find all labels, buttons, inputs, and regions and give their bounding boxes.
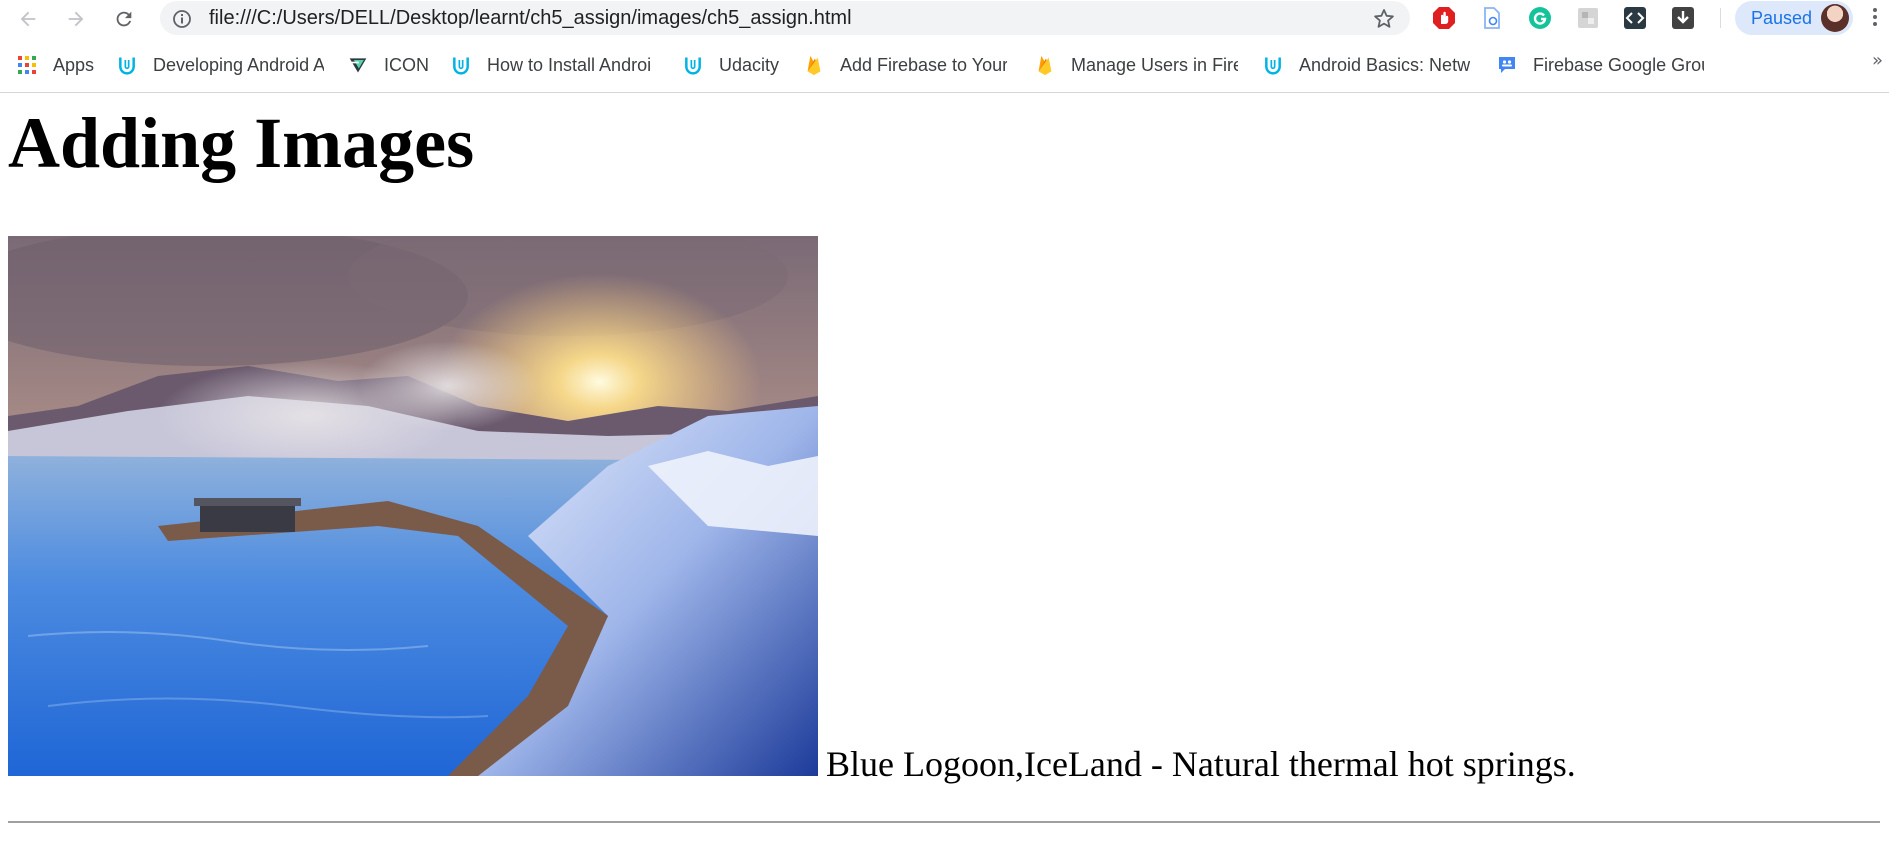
bookmark-star-icon[interactable] — [1372, 7, 1396, 31]
document-icon[interactable] — [1480, 6, 1504, 30]
bookmark-android-basics[interactable]: Android Basics: Netw — [1263, 53, 1472, 77]
bookmark-label: Add Firebase to Your — [840, 54, 1007, 75]
bookmarks-overflow-button[interactable]: » — [1872, 50, 1883, 71]
info-icon[interactable] — [172, 9, 192, 29]
icon-v-logo — [348, 55, 368, 75]
bookmark-apps[interactable]: Apps — [17, 53, 94, 77]
forward-button[interactable] — [63, 6, 89, 32]
firebase-icon — [804, 55, 824, 76]
bookmarks-bar: Apps Developing Android A ICON How to In… — [0, 45, 1889, 85]
udacity-icon — [451, 55, 471, 75]
blue-lagoon-image — [8, 236, 818, 776]
apps-grid-icon — [17, 55, 37, 75]
bookmark-label: Apps — [53, 54, 95, 75]
bookmark-icon[interactable]: ICON — [348, 53, 429, 77]
horizontal-rule — [8, 821, 1880, 823]
back-arrow-icon — [20, 11, 36, 27]
profile-button[interactable]: Paused — [1735, 1, 1853, 35]
browser-menu-icon[interactable] — [1872, 8, 1878, 30]
profile-status-label: Paused — [1751, 8, 1813, 28]
code-icon[interactable] — [1623, 6, 1647, 30]
firebase-icon — [1035, 55, 1055, 76]
udacity-icon — [1263, 55, 1283, 75]
bookmark-label: ICON — [384, 54, 429, 75]
download-icon[interactable] — [1671, 6, 1695, 30]
bookmark-label: Manage Users in Fireb — [1071, 54, 1238, 75]
browser-toolbar: file:///C:/Users/DELL/Desktop/learnt/ch5… — [0, 0, 1889, 37]
forward-arrow-icon — [68, 11, 84, 27]
adblock-icon[interactable] — [1432, 6, 1456, 30]
back-button[interactable] — [15, 6, 41, 32]
bookmark-label: Udacity — [719, 54, 780, 75]
reload-icon — [116, 11, 132, 27]
bookmark-label: Firebase Google Grou — [1533, 54, 1704, 75]
bookmark-install-android[interactable]: How to Install Androi — [451, 53, 661, 77]
reload-button[interactable] — [111, 6, 137, 32]
bookmark-label: How to Install Androi — [487, 54, 652, 75]
page-title: Adding Images — [8, 103, 475, 183]
bookmark-manage-users[interactable]: Manage Users in Fireb — [1035, 53, 1238, 77]
extension-gray-icon[interactable] — [1576, 6, 1600, 30]
url-text[interactable]: file:///C:/Users/DELL/Desktop/learnt/ch5… — [209, 7, 852, 30]
page-content: Adding Images Blue Logoon,IceLand - Natu… — [0, 93, 1889, 860]
bookmark-udacity[interactable]: Udacity — [683, 53, 779, 77]
bookmark-label: Developing Android A — [153, 54, 324, 75]
bookmark-add-firebase[interactable]: Add Firebase to Your — [804, 53, 1007, 77]
bookmark-developing-android[interactable]: Developing Android A — [117, 53, 324, 77]
bookmark-firebase-google-group[interactable]: Firebase Google Grou — [1497, 53, 1704, 77]
image-caption: Blue Logoon,IceLand - Natural thermal ho… — [826, 744, 1576, 784]
bookmark-label: Android Basics: Netw — [1299, 54, 1471, 75]
udacity-icon — [117, 55, 137, 75]
address-bar[interactable]: file:///C:/Users/DELL/Desktop/learnt/ch5… — [160, 1, 1410, 35]
google-groups-icon — [1497, 55, 1517, 75]
udacity-icon — [683, 55, 703, 75]
toolbar-separator — [1720, 8, 1721, 28]
avatar — [1821, 4, 1849, 32]
grammarly-icon[interactable] — [1528, 6, 1552, 30]
